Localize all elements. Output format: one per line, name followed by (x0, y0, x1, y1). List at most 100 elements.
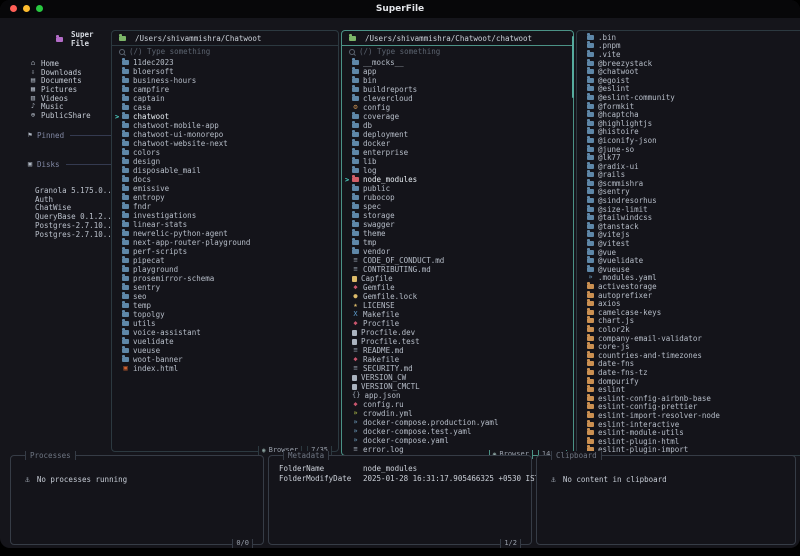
file-row[interactable]: @vue (580, 247, 800, 257)
file-row[interactable]: » .modules.yaml (580, 273, 800, 282)
file-row[interactable]: theme (345, 229, 571, 238)
minimize-button[interactable] (23, 5, 30, 12)
file-row[interactable]: @egoist (580, 75, 800, 85)
file-row[interactable]: vendor (345, 247, 571, 256)
file-row[interactable]: .pnpm (580, 41, 800, 50)
file-row[interactable]: eslint-interactive (580, 419, 800, 429)
file-row[interactable]: spec (345, 202, 571, 211)
disk-item[interactable]: Auth (35, 195, 112, 204)
disk-item[interactable]: Postgres-2.7.10... (35, 221, 116, 230)
file-row[interactable]: eslint-plugin-html (580, 436, 800, 446)
file-row[interactable]: seo (115, 292, 336, 301)
file-row[interactable]: eslint-config-prettier (580, 402, 800, 411)
file-row[interactable]: utils (115, 319, 336, 328)
file-row[interactable]: » docker-compose.test.yaml (345, 427, 571, 436)
sidebar-item-downloads[interactable]: ⇩ Downloads (26, 68, 112, 77)
file-row[interactable]: next-app-router-playground (115, 238, 336, 247)
file-row[interactable]: chatwoot-website-next (115, 139, 336, 148)
file-row[interactable]: X Makefile (345, 310, 571, 319)
file-row[interactable]: @scmmishra (580, 178, 800, 188)
sidebar-item-home[interactable]: ⌂ Home (26, 59, 112, 68)
file-row[interactable]: @highlightjs (580, 118, 800, 128)
sidebar-item-music[interactable]: ♪ Music (26, 102, 112, 111)
file-row[interactable]: ◆ Gemfile (345, 283, 571, 292)
panel2-search-input[interactable]: (/) Type something (342, 46, 573, 57)
file-row[interactable]: casa (115, 103, 336, 112)
file-row[interactable]: bin (345, 76, 571, 85)
sidebar-item-videos[interactable]: ▥ Videos (26, 94, 112, 103)
file-row[interactable]: log (345, 166, 571, 175)
file-row[interactable]: enterprise (345, 148, 571, 157)
file-row[interactable]: coverage (345, 112, 571, 121)
file-row[interactable]: dompurify (580, 376, 800, 386)
file-row[interactable]: @chatwoot (580, 67, 800, 76)
disk-item[interactable]: ChatWise (35, 203, 112, 212)
file-row[interactable]: .vite (580, 49, 800, 59)
file-row[interactable]: @tailwindcss (580, 213, 800, 222)
file-row[interactable]: > chatwoot (115, 112, 336, 121)
file-row[interactable]: app (345, 67, 571, 76)
file-row[interactable]: .bin (580, 32, 800, 42)
file-row[interactable]: __mocks__ (345, 58, 571, 67)
file-row[interactable]: @radix-ui (580, 161, 800, 171)
file-row[interactable]: autoprefixer (580, 290, 800, 300)
file-row[interactable]: @size-limit (580, 204, 800, 214)
file-row[interactable]: prosemirror-schema (115, 274, 336, 283)
file-row[interactable]: ◆ config.ru (345, 400, 571, 409)
file-row[interactable]: @june-so (580, 144, 800, 154)
file-row[interactable]: ≡ README.md (345, 346, 571, 355)
panel1-search-input[interactable]: (/) Type something (112, 46, 338, 57)
file-row[interactable]: db (345, 121, 571, 130)
file-row[interactable]: @vuelidate (580, 256, 800, 265)
file-row[interactable]: ⚙ config (345, 103, 571, 112)
file-row[interactable]: campfire (115, 85, 336, 94)
file-row[interactable]: captain (115, 94, 336, 103)
file-row[interactable]: eslint-config-airbnb-base (580, 393, 800, 403)
file-row[interactable]: lib (345, 157, 571, 166)
file-row[interactable]: @eslint (580, 84, 800, 93)
file-row[interactable]: emissive (115, 184, 336, 193)
file-row[interactable]: docs (115, 175, 336, 184)
disk-item[interactable]: Granola 5.175.0... (35, 186, 116, 195)
file-row[interactable]: woot-banner (115, 355, 336, 364)
file-row[interactable]: public (345, 184, 571, 193)
file-row[interactable]: Procfile.test (345, 337, 571, 346)
file-row[interactable]: pipecat (115, 256, 336, 265)
file-row[interactable]: > node_modules (345, 175, 571, 184)
file-row[interactable]: eslint-module-utils (580, 428, 800, 437)
file-row[interactable]: disposable_mail (115, 166, 336, 175)
file-row[interactable]: colors (115, 148, 336, 157)
file-row[interactable]: swagger (345, 220, 571, 229)
file-row[interactable]: business-hours (115, 76, 336, 85)
file-row[interactable]: ≡ CODE_OF_CONDUCT.md (345, 256, 571, 265)
file-row[interactable]: ★ LICENSE (345, 301, 571, 310)
file-row[interactable]: ● Gemfile.lock (345, 292, 571, 301)
file-row[interactable]: » crowdin.yml (345, 409, 571, 418)
file-row[interactable]: » docker-compose.yaml (345, 436, 571, 445)
file-row[interactable]: eslint-plugin-import (580, 445, 800, 454)
file-row[interactable]: fndr (115, 202, 336, 211)
file-row[interactable]: @histoire (580, 127, 800, 136)
file-row[interactable]: Capfile (345, 274, 571, 283)
file-row[interactable]: @iconify-json (580, 135, 800, 145)
close-button[interactable] (10, 5, 17, 12)
file-row[interactable]: bloersoft (115, 67, 336, 76)
sidebar-item-pictures[interactable]: ▦ Pictures (26, 85, 112, 94)
file-row[interactable]: @breezystack (580, 58, 800, 68)
file-row[interactable]: topolgy (115, 310, 336, 319)
file-row[interactable]: deployment (345, 130, 571, 139)
file-row[interactable]: rubocop (345, 193, 571, 202)
file-row[interactable]: newrelic-python-agent (115, 229, 336, 238)
file-row[interactable]: chatwoot-mobile-app (115, 121, 336, 130)
file-row[interactable]: docker (345, 139, 571, 148)
file-row[interactable]: ≡ SECURITY.md (345, 364, 571, 373)
file-row[interactable]: eslint-import-resolver-node (580, 410, 800, 420)
sidebar-item-documents[interactable]: ▤ Documents (26, 76, 112, 85)
file-row[interactable]: color2k (580, 324, 800, 334)
file-row[interactable]: perf-scripts (115, 247, 336, 256)
file-row[interactable]: @rails (580, 170, 800, 179)
file-row[interactable]: @lk77 (580, 153, 800, 162)
file-row[interactable]: eslint (580, 385, 800, 394)
file-row[interactable]: ▣ index.html (115, 364, 336, 373)
file-row[interactable]: chatwoot-ui-monorepo (115, 130, 336, 139)
